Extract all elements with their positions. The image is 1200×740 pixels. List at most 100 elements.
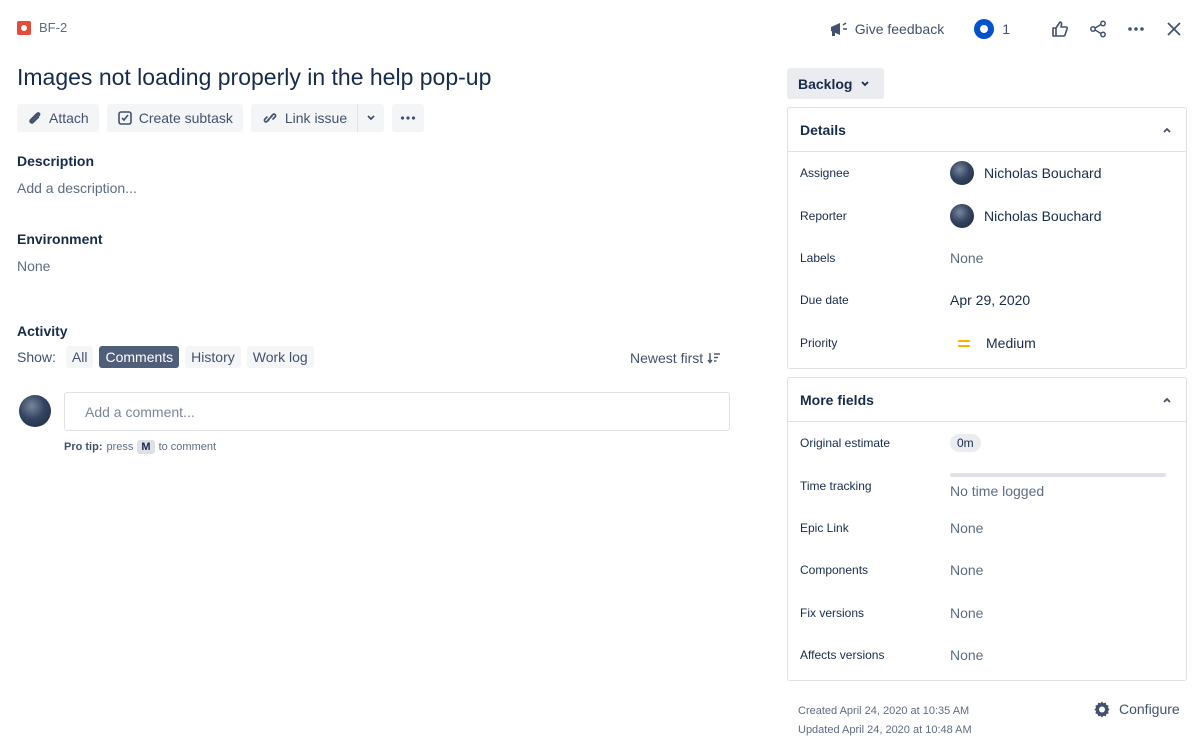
sort-icon — [707, 353, 721, 364]
avatar — [950, 203, 974, 228]
paperclip-icon — [29, 112, 41, 124]
field-value: 0m — [950, 434, 981, 453]
pro-tip: Pro tip: press M to comment — [64, 440, 216, 454]
sort-order-button[interactable]: Newest first — [630, 350, 721, 366]
share-icon — [1090, 20, 1106, 38]
created-timestamp: Created April 24, 2020 at 10:35 AM — [798, 705, 970, 717]
pro-tip-rest: to comment — [158, 441, 217, 453]
sort-order-label: Newest first — [630, 350, 704, 366]
chevron-down-icon — [861, 80, 870, 86]
watch-button[interactable]: 1 — [974, 19, 1010, 39]
keyboard-shortcut-badge: M — [137, 440, 155, 454]
field-fix-versions[interactable]: Fix versions None — [788, 592, 1186, 634]
link-issue-label: Link issue — [284, 110, 348, 126]
link-icon — [263, 113, 277, 123]
like-button[interactable] — [1048, 17, 1072, 41]
field-affects-versions[interactable]: Affects versions None — [788, 634, 1186, 676]
attach-label: Attach — [49, 110, 89, 126]
details-title: Details — [800, 121, 846, 138]
more-issue-actions-button[interactable] — [392, 104, 425, 132]
show-label: Show: — [17, 349, 56, 365]
chevron-up-icon — [1163, 397, 1171, 403]
field-original-estimate[interactable]: Original estimate 0m — [788, 422, 1186, 464]
megaphone-icon — [830, 22, 847, 36]
thumbs-up-icon — [1052, 21, 1068, 37]
priority-medium-icon — [956, 337, 972, 349]
more-fields-header[interactable]: More fields — [788, 378, 1186, 422]
share-button[interactable] — [1086, 17, 1110, 41]
assignee-name: Nicholas Bouchard — [984, 165, 1102, 182]
field-reporter[interactable]: Reporter Nicholas Bouchard — [788, 194, 1186, 236]
status-label: Backlog — [798, 75, 853, 92]
details-panel: Details Assignee Nicholas Bouchard Repor… — [787, 107, 1187, 369]
field-label: Priority — [800, 335, 838, 350]
chevron-down-icon — [367, 115, 375, 121]
avatar — [19, 395, 51, 427]
original-estimate-value: 0m — [950, 434, 981, 453]
field-label: Epic Link — [800, 520, 849, 535]
field-value: Nicholas Bouchard — [950, 161, 1102, 186]
top-actions: Give feedback 1 — [829, 14, 1186, 44]
time-tracking-text: No time logged — [950, 482, 1045, 499]
link-issue-group: Link issue — [250, 104, 385, 132]
field-label: Components — [800, 563, 869, 578]
issue-timestamps: Created April 24, 2020 at 10:35 AM Updat… — [798, 702, 972, 740]
field-labels[interactable]: Labels None — [788, 237, 1186, 279]
attach-button[interactable]: Attach — [17, 104, 99, 132]
create-subtask-button[interactable]: Create subtask — [106, 104, 243, 132]
issue-title[interactable]: Images not loading properly in the help … — [17, 64, 491, 91]
issue-key-link[interactable]: BF-2 — [17, 20, 67, 35]
field-time-tracking[interactable]: Time tracking No time logged — [788, 464, 1186, 506]
more-actions-button[interactable] — [1124, 17, 1148, 41]
avatar — [950, 161, 974, 186]
description-field[interactable]: Add a description... — [17, 180, 137, 196]
environment-field[interactable]: None — [17, 258, 50, 274]
epic-link-value: None — [950, 519, 984, 536]
eye-icon — [974, 19, 995, 39]
status-dropdown[interactable]: Backlog — [787, 68, 884, 99]
filter-comments[interactable]: Comments — [99, 346, 180, 368]
give-feedback-label: Give feedback — [854, 21, 945, 37]
more-icon — [1128, 27, 1144, 31]
fix-versions-value: None — [950, 604, 984, 621]
filter-history[interactable]: History — [185, 346, 241, 368]
field-due-date[interactable]: Due date Apr 29, 2020 — [788, 279, 1186, 321]
field-components[interactable]: Components None — [788, 549, 1186, 591]
filter-work-log[interactable]: Work log — [246, 346, 314, 368]
filter-all[interactable]: All — [65, 346, 94, 368]
affects-versions-value: None — [950, 647, 984, 664]
link-issue-dropdown[interactable] — [358, 104, 385, 132]
close-icon — [1167, 22, 1181, 36]
field-label: Affects versions — [800, 648, 885, 663]
field-label: Fix versions — [800, 605, 865, 620]
activity-filter-row: Show: All Comments History Work log — [17, 346, 314, 368]
configure-button[interactable]: Configure — [1093, 700, 1180, 718]
more-icon — [401, 116, 416, 120]
field-epic-link[interactable]: Epic Link None — [788, 507, 1186, 549]
configure-label: Configure — [1119, 701, 1180, 717]
field-priority[interactable]: Priority Medium — [788, 322, 1186, 364]
details-header[interactable]: Details — [788, 108, 1186, 152]
updated-timestamp: Updated April 24, 2020 at 10:48 AM — [798, 724, 972, 736]
give-feedback-button[interactable]: Give feedback — [829, 21, 945, 37]
description-heading: Description — [17, 153, 95, 169]
bug-icon — [17, 20, 31, 35]
components-value: None — [950, 562, 984, 579]
field-label: Due date — [800, 293, 849, 308]
link-issue-button[interactable]: Link issue — [250, 104, 359, 132]
pro-tip-press: press — [106, 441, 134, 453]
gear-icon — [1094, 701, 1110, 718]
issue-key: BF-2 — [39, 20, 68, 35]
field-label: Reporter — [800, 208, 847, 223]
more-fields-title: More fields — [800, 391, 874, 408]
time-tracking-bar — [950, 472, 1166, 477]
pro-tip-label: Pro tip: — [64, 441, 103, 453]
field-label: Time tracking — [800, 478, 872, 493]
create-subtask-label: Create subtask — [138, 110, 233, 126]
comment-placeholder: Add a comment... — [85, 403, 195, 420]
field-value: Nicholas Bouchard — [950, 203, 1102, 228]
close-button[interactable] — [1162, 17, 1186, 41]
field-assignee[interactable]: Assignee Nicholas Bouchard — [788, 152, 1186, 194]
comment-input[interactable]: Add a comment... — [64, 392, 730, 431]
field-label: Assignee — [800, 166, 850, 181]
